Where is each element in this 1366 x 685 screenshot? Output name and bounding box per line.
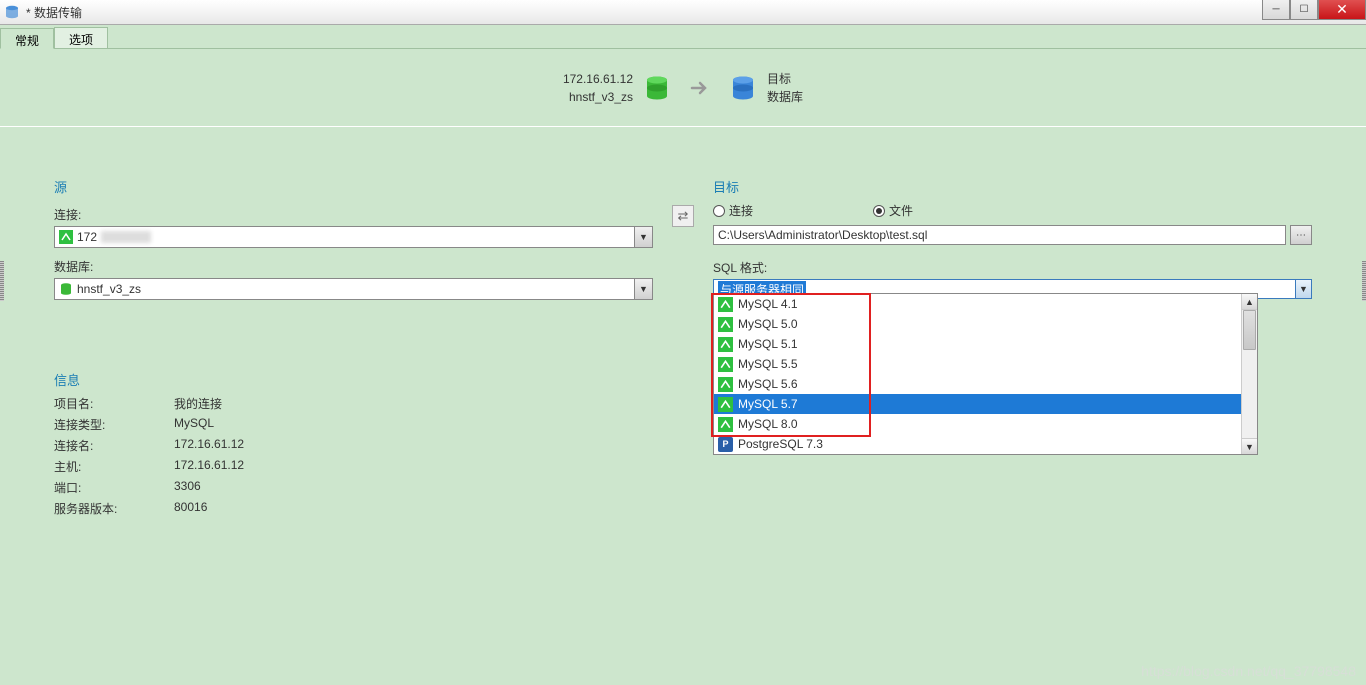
sql-option-item[interactable]: MySQL 5.1 bbox=[714, 334, 1241, 354]
window-controls: ─ ☐ ✕ bbox=[1262, 0, 1366, 20]
info-value: MySQL bbox=[174, 416, 214, 433]
database-small-icon bbox=[59, 282, 73, 296]
info-key: 连接类型: bbox=[54, 416, 174, 433]
sql-option-item[interactable]: MySQL 5.7 bbox=[714, 394, 1241, 414]
minimize-button[interactable]: ─ bbox=[1262, 0, 1290, 20]
navicat-icon bbox=[718, 337, 733, 352]
source-panel: 源 连接: 172 ▼ 数据库: hnstf_v3_zs ▼ bbox=[54, 177, 683, 685]
info-key: 连接名: bbox=[54, 437, 174, 454]
info-key: 项目名: bbox=[54, 395, 174, 412]
database-label: 数据库: bbox=[54, 258, 653, 275]
scroll-down-icon[interactable]: ▼ bbox=[1242, 438, 1257, 454]
radio-file-label: 文件 bbox=[889, 202, 913, 219]
connection-label: 连接: bbox=[54, 206, 653, 223]
info-title: 信息 bbox=[54, 370, 653, 389]
sql-option-item[interactable]: P PostgreSQL 7.3 bbox=[714, 434, 1241, 454]
sql-option-label: MySQL 5.6 bbox=[738, 377, 798, 391]
info-value: 172.16.61.12 bbox=[174, 458, 244, 475]
header-target-sub: 数据库 bbox=[767, 88, 803, 106]
header-target-title: 目标 bbox=[767, 70, 803, 88]
info-panel: 信息 项目名:我的连接 连接类型:MySQL 连接名:172.16.61.12 … bbox=[54, 370, 653, 517]
postgresql-icon: P bbox=[718, 437, 733, 452]
database-value: hnstf_v3_zs bbox=[77, 282, 141, 296]
sql-option-item[interactable]: MySQL 8.0 bbox=[714, 414, 1241, 434]
info-value: 我的连接 bbox=[174, 395, 222, 412]
maximize-button[interactable]: ☐ bbox=[1290, 0, 1318, 20]
side-handle-icon bbox=[1362, 261, 1366, 301]
navicat-icon bbox=[718, 377, 733, 392]
database-icon bbox=[643, 74, 671, 102]
tab-general[interactable]: 常规 bbox=[0, 28, 54, 49]
redacted-text bbox=[101, 231, 151, 243]
header-target-block: 目标 数据库 bbox=[729, 70, 803, 106]
radio-icon bbox=[873, 205, 885, 217]
app-icon bbox=[4, 4, 20, 20]
file-path-input[interactable]: C:\Users\Administrator\Desktop\test.sql bbox=[713, 225, 1286, 245]
target-panel: 目标 连接 文件 C:\Users\Administrator\Desktop\… bbox=[683, 177, 1312, 685]
header-summary: 172.16.61.12 hnstf_v3_zs 目标 数据库 bbox=[0, 49, 1366, 127]
sql-option-item[interactable]: MySQL 5.6 bbox=[714, 374, 1241, 394]
connection-value: 172 bbox=[77, 230, 97, 244]
database-icon bbox=[729, 74, 757, 102]
tab-options[interactable]: 选项 bbox=[54, 27, 108, 48]
watermark: https://blog.csdn.net/qq_37798548 bbox=[1141, 663, 1356, 679]
sql-option-label: MySQL 5.7 bbox=[738, 397, 798, 411]
close-button[interactable]: ✕ bbox=[1318, 0, 1366, 20]
scrollbar[interactable]: ▲ ▼ bbox=[1241, 294, 1257, 454]
info-value: 172.16.61.12 bbox=[174, 437, 244, 454]
target-mode-radios: 连接 文件 bbox=[713, 202, 1312, 219]
connection-dropdown[interactable]: 172 ▼ bbox=[54, 226, 653, 248]
database-dropdown[interactable]: hnstf_v3_zs ▼ bbox=[54, 278, 653, 300]
radio-file[interactable]: 文件 bbox=[873, 202, 913, 219]
sql-option-label: MySQL 8.0 bbox=[738, 417, 798, 431]
sql-option-label: MySQL 5.1 bbox=[738, 337, 798, 351]
scroll-up-icon[interactable]: ▲ bbox=[1242, 294, 1257, 310]
sql-option-item[interactable]: MySQL 5.5 bbox=[714, 354, 1241, 374]
browse-button[interactable]: ⋯ bbox=[1290, 225, 1312, 245]
info-value: 3306 bbox=[174, 479, 201, 496]
info-value: 80016 bbox=[174, 500, 207, 517]
window-title: * 数据传输 bbox=[26, 4, 82, 21]
sql-option-item[interactable]: MySQL 4.1 bbox=[714, 294, 1241, 314]
sql-option-label: MySQL 5.0 bbox=[738, 317, 798, 331]
navicat-icon bbox=[718, 397, 733, 412]
body-area: 源 连接: 172 ▼ 数据库: hnstf_v3_zs ▼ bbox=[0, 127, 1366, 685]
sql-option-label: PostgreSQL 7.3 bbox=[738, 437, 823, 451]
target-title: 目标 bbox=[713, 177, 1312, 196]
dropdown-arrow-icon[interactable]: ▼ bbox=[635, 278, 653, 300]
tab-row: 常规 选项 bbox=[0, 25, 1366, 49]
header-source-db: hnstf_v3_zs bbox=[563, 88, 633, 106]
scroll-thumb[interactable] bbox=[1243, 310, 1256, 350]
sql-format-label: SQL 格式: bbox=[713, 259, 1312, 276]
navicat-icon bbox=[59, 230, 73, 244]
file-path-row: C:\Users\Administrator\Desktop\test.sql … bbox=[713, 225, 1312, 245]
sql-format-dropdown-list: MySQL 4.1 MySQL 5.0 MySQL 5.1 MySQL 5.5 MySQ… bbox=[713, 293, 1258, 455]
radio-connection[interactable]: 连接 bbox=[713, 202, 753, 219]
navicat-icon bbox=[718, 297, 733, 312]
dropdown-arrow-icon[interactable]: ▼ bbox=[635, 226, 653, 248]
info-key: 端口: bbox=[54, 479, 174, 496]
navicat-icon bbox=[718, 317, 733, 332]
header-source-ip: 172.16.61.12 bbox=[563, 70, 633, 88]
dropdown-arrow-icon[interactable]: ▼ bbox=[1295, 280, 1311, 298]
sql-option-label: MySQL 5.5 bbox=[738, 357, 798, 371]
navicat-icon bbox=[718, 357, 733, 372]
radio-icon bbox=[713, 205, 725, 217]
info-key: 主机: bbox=[54, 458, 174, 475]
titlebar: * 数据传输 ─ ☐ ✕ bbox=[0, 0, 1366, 25]
sql-option-item[interactable]: MySQL 5.0 bbox=[714, 314, 1241, 334]
radio-connection-label: 连接 bbox=[729, 202, 753, 219]
sql-option-label: MySQL 4.1 bbox=[738, 297, 798, 311]
side-handle-icon bbox=[0, 261, 4, 301]
source-title: 源 bbox=[54, 177, 653, 196]
header-source-block: 172.16.61.12 hnstf_v3_zs bbox=[563, 70, 671, 106]
info-key: 服务器版本: bbox=[54, 500, 174, 517]
arrow-right-icon bbox=[689, 77, 711, 99]
navicat-icon bbox=[718, 417, 733, 432]
